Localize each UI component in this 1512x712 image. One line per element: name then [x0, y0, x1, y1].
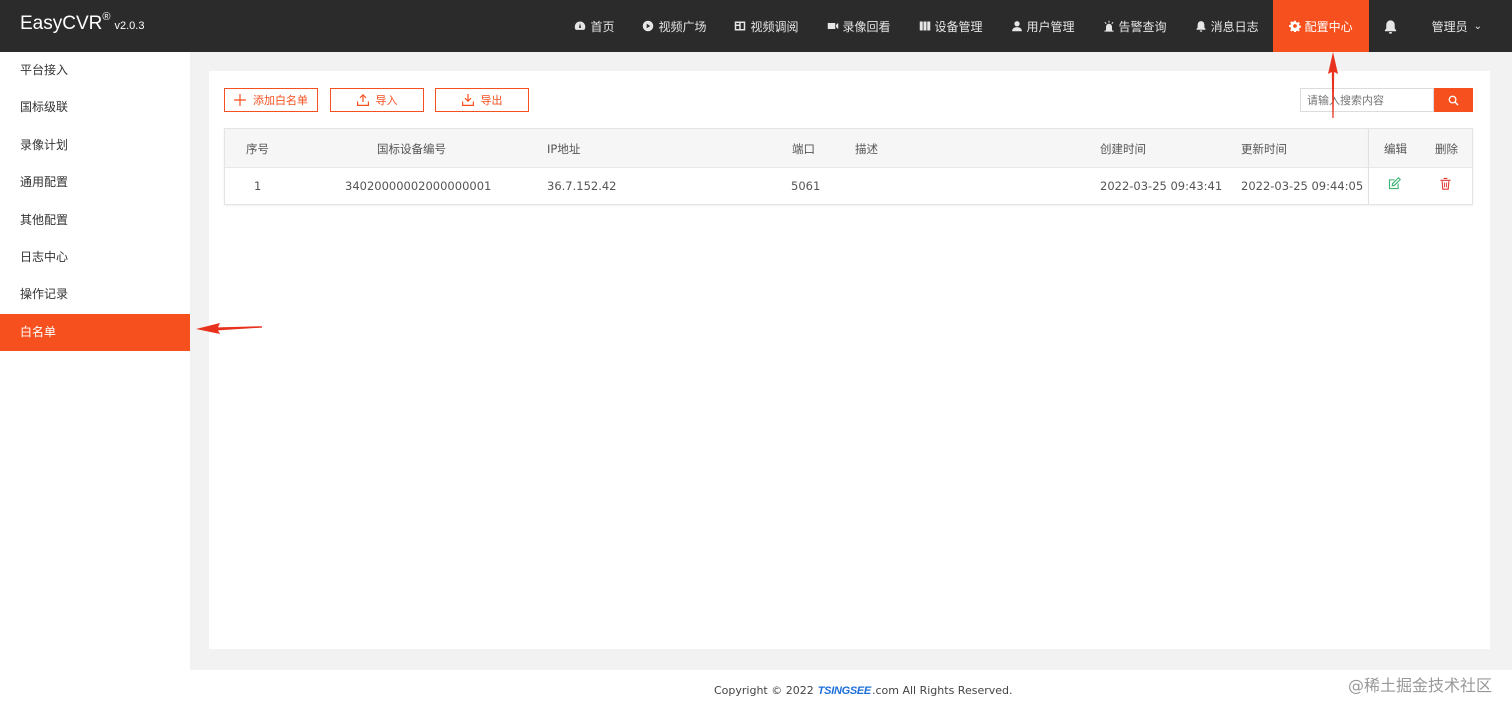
nav-item-user-management[interactable]: 用户管理: [997, 0, 1089, 52]
table-header: 序号 国标设备编号 IP地址 端口 描述 创建时间 更新时间 编辑 删除: [225, 129, 1472, 168]
sidebar-item-log-center[interactable]: 日志中心: [0, 239, 190, 276]
user-menu[interactable]: 管理员 ⌄: [1412, 0, 1512, 52]
nav-label: 视频调阅: [750, 19, 799, 34]
nav-item-config-center[interactable]: 配置中心: [1272, 0, 1369, 52]
fixed-column-divider: [1368, 129, 1369, 204]
nav-item-message-log[interactable]: 消息日志: [1181, 0, 1273, 52]
export-label: 导出: [480, 94, 503, 107]
brand-version: v2.0.3: [114, 20, 145, 32]
brand-registered-mark: ®: [102, 11, 111, 23]
annotation-arrow-left: [196, 323, 262, 334]
edit-icon: [1388, 176, 1402, 190]
dashboard-icon: [575, 21, 586, 30]
cell-index: 1: [254, 179, 262, 193]
footer: Copyright © 2022 TSINGSEE .com All Right…: [190, 670, 1512, 712]
header-port: 端口: [792, 142, 815, 156]
play-circle-icon: [643, 20, 654, 32]
bell-icon: [1384, 19, 1396, 34]
cell-created-time: 2022-03-25 09:43:41: [1100, 179, 1223, 193]
alarm-icon: [1104, 20, 1114, 32]
video-grid-icon: [735, 21, 746, 31]
user-name: 管理员: [1431, 19, 1468, 34]
notifications-button[interactable]: [1369, 0, 1412, 52]
user-icon: [1011, 21, 1022, 32]
download-icon: [461, 94, 474, 106]
gear-icon: [1288, 20, 1301, 32]
sidebar-item-whitelist[interactable]: 白名单: [0, 313, 190, 352]
add-whitelist-label: 添加白名单: [253, 94, 308, 107]
nav-label: 用户管理: [1026, 19, 1075, 34]
nav-label: 视频广场: [658, 19, 707, 34]
header-created-time: 创建时间: [1100, 142, 1146, 156]
header-ip: IP地址: [547, 142, 581, 156]
brand-name: EasyCVR: [20, 13, 103, 34]
nav-item-video-square[interactable]: 视频广场: [628, 0, 720, 52]
upload-icon: [356, 94, 369, 106]
import-label: 导入: [375, 94, 398, 107]
header-delete: 删除: [1435, 142, 1458, 156]
copyright: Copyright © 2022 TSINGSEE .com All Right…: [714, 684, 1013, 697]
sidebar-item-operation-records[interactable]: 操作记录: [0, 276, 190, 313]
nav-item-playback[interactable]: 录像回看: [813, 0, 905, 52]
header-description: 描述: [855, 142, 878, 156]
nav-item-device-management[interactable]: 设备管理: [905, 0, 997, 52]
sidebar: 平台接入 国标级联 录像计划 通用配置 其他配置 日志中心 操作记录 白名单: [0, 52, 190, 712]
tsingsee-logo[interactable]: TSINGSEE: [818, 685, 872, 697]
copyright-suffix: .com All Rights Reserved.: [871, 684, 1013, 697]
delete-button[interactable]: [1439, 177, 1452, 193]
header-device-id: 国标设备编号: [377, 142, 446, 156]
annotation-arrow-up: [1328, 52, 1338, 118]
import-button[interactable]: 导入: [330, 88, 424, 112]
export-button[interactable]: 导出: [435, 88, 529, 112]
top-navbar: EasyCVR®v2.0.3 首页 视频广场 视频调阅 录像回看 设备管理 用户…: [0, 0, 1512, 52]
header-updated-time: 更新时间: [1241, 142, 1287, 156]
nav-label: 设备管理: [934, 19, 983, 34]
cell-device-id: 34020000002000000001: [345, 179, 492, 193]
search-icon: [1448, 95, 1459, 106]
header-edit: 编辑: [1384, 142, 1407, 156]
bell-icon: [1196, 21, 1206, 32]
main-nav: 首页 视频广场 视频调阅 录像回看 设备管理 用户管理 告警查询 消息日志 配置…: [560, 0, 1512, 52]
whitelist-table: 序号 国标设备编号 IP地址 端口 描述 创建时间 更新时间 编辑 删除 1 3…: [224, 128, 1473, 205]
nav-item-home[interactable]: 首页: [560, 0, 628, 52]
brand-logo[interactable]: EasyCVR®v2.0.3: [20, 11, 145, 35]
sidebar-item-gb-cascade[interactable]: 国标级联: [0, 89, 190, 126]
copyright-prefix: Copyright © 2022: [714, 684, 814, 697]
sidebar-item-recording-plan[interactable]: 录像计划: [0, 127, 190, 164]
main-panel: 添加白名单 导入 导出 序号 国标设备编号 IP地址 端口 描述 创建时间 更新…: [209, 71, 1490, 649]
nav-label: 消息日志: [1210, 19, 1259, 34]
nav-label: 告警查询: [1118, 19, 1167, 34]
nav-label: 首页: [590, 19, 615, 34]
edit-button[interactable]: [1388, 176, 1402, 193]
header-index: 序号: [246, 142, 269, 156]
trash-icon: [1440, 177, 1451, 190]
cell-ip: 36.7.152.42: [547, 179, 617, 193]
search-button[interactable]: [1434, 88, 1473, 112]
sidebar-item-other-config[interactable]: 其他配置: [0, 202, 190, 239]
cell-updated-time: 2022-03-25 09:44:05: [1241, 179, 1364, 193]
nav-item-alarm-query[interactable]: 告警查询: [1089, 0, 1181, 52]
video-camera-icon: [827, 23, 838, 29]
cell-port: 5061: [791, 179, 821, 193]
nav-label: 配置中心: [1304, 19, 1353, 34]
nav-label: 录像回看: [842, 19, 891, 34]
add-whitelist-button[interactable]: 添加白名单: [224, 88, 318, 112]
watermark: @稀土掘金技术社区: [1347, 676, 1492, 695]
chevron-down-icon: ⌄: [1473, 20, 1482, 32]
search-input[interactable]: [1300, 88, 1434, 112]
sidebar-item-platform-access[interactable]: 平台接入: [0, 52, 190, 89]
nav-item-video-review[interactable]: 视频调阅: [720, 0, 812, 52]
device-columns-icon: [919, 21, 930, 31]
plus-icon: [234, 94, 246, 106]
sidebar-item-general-config[interactable]: 通用配置: [0, 164, 190, 201]
